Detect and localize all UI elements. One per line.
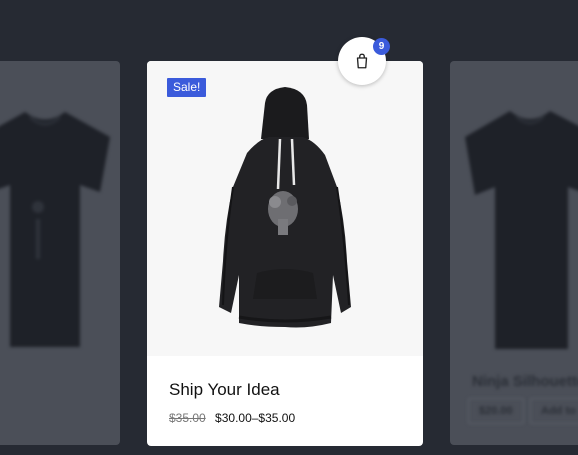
cart-count-badge: 9 [373,38,390,55]
right-add-to-cart-button[interactable]: Add to [530,398,578,424]
product-price: $35.00 $30.00–$35.00 [169,411,295,425]
product-title[interactable]: Ship Your Idea [169,380,280,400]
right-product-title: Ninja Silhouette [472,373,578,390]
shopping-bag-icon [356,53,368,69]
product-card-left[interactable]: lea [0,61,120,445]
product-carousel: lea Ninja Silhouette $20.00 Add to [0,0,578,455]
tshirt-image-right [450,97,578,367]
product-card-main[interactable]: Sale! Ship Your Idea $35.00 $30.00–$35.0… [147,61,423,446]
right-product-price: $20.00 [468,398,524,424]
product-card-right[interactable]: Ninja Silhouette $20.00 Add to [450,61,578,445]
sale-badge: Sale! [167,78,207,97]
original-price: $35.00 [169,411,206,425]
tshirt-image-left [0,97,120,367]
sale-price-range: $30.00–$35.00 [215,411,296,425]
hoodie-image[interactable] [147,61,423,356]
